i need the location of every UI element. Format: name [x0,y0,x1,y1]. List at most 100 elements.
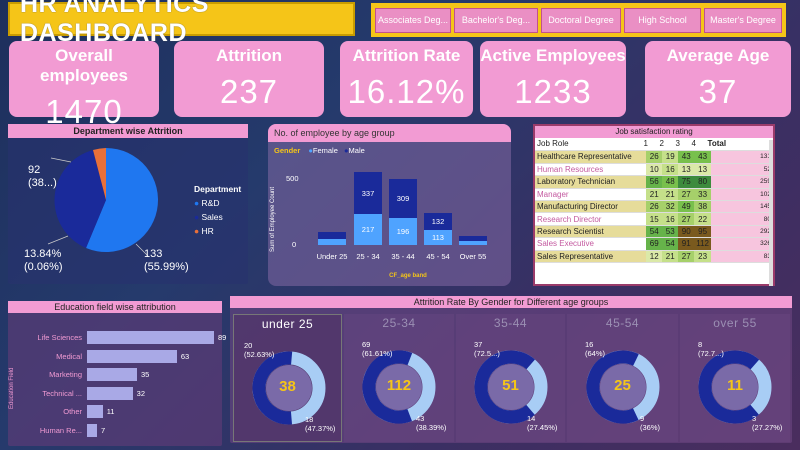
bar-over55-female[interactable] [459,241,487,245]
age-donut-card[interactable]: 35-44 51 37 (72.5...) 14 (27.45%) [456,314,565,442]
education-bar[interactable] [87,424,97,437]
legend-item-hr[interactable]: ● HR [194,224,241,238]
job-role-cell: Manufacturing Director [535,200,647,214]
age-donut-card[interactable]: over 55 11 8 (72.7...) 3 (27.27%) [680,314,790,442]
pie-label-sales: 92 (38...) [28,164,57,190]
slicer-associates[interactable]: Associates Deg... [375,7,451,33]
col-header[interactable]: 2 [657,138,674,151]
job-role-cell: Human Resources [535,163,647,177]
table-row[interactable]: Research Director 15 16 27 22 80 [535,212,773,226]
legend-item-sales[interactable]: ● Sales [194,210,241,224]
legend-label: R&D [201,198,220,208]
label-value: 9 [640,414,645,423]
table-scrollbar[interactable] [769,140,773,286]
col-header[interactable]: 3 [673,138,690,151]
slicer-bachelors[interactable]: Bachelor's Deg... [454,7,538,33]
bar-label: 132 [431,217,445,226]
label-pct: (72.5...) [474,349,500,358]
table-row[interactable]: Sales Representative 12 21 27 23 83 [535,250,773,263]
y-tick: 0 [292,240,297,249]
age-group-title: 45-54 [605,316,640,330]
rating-cell: 16 [662,163,679,177]
rating-cell: 33 [694,188,711,201]
table-row[interactable]: Research Scientist 54 53 90 95 292 [535,225,773,239]
col-header[interactable]: 1 [641,138,658,151]
rating-cell: 22 [694,212,711,226]
total-cell: 102 [711,188,773,201]
job-satisfaction-body: Healthcare Representative 26 19 43 43 131 Huma… [535,150,773,263]
donut-label-female: 3 (27.27%) [752,414,782,432]
rating-cell: 21 [662,250,679,263]
education-bar[interactable] [87,405,103,419]
table-row[interactable]: Human Resources 10 16 13 13 52 [535,163,773,177]
bar-category-label: Technical ... [42,388,82,398]
panel-title: Job satisfaction rating [535,126,773,138]
slicer-high-school[interactable]: High School [624,7,701,33]
rating-cell: 80 [694,175,711,189]
education-bar[interactable] [87,331,214,344]
label-pct: (36%) [640,423,661,432]
rating-cell: 10 [646,163,663,177]
table-row[interactable]: Healthcare Representative 26 19 43 43 131 [535,150,773,164]
donut-label-male: 20 (52.63%) [244,341,274,359]
age-donut-card[interactable]: 25-34 112 69 (61.61%) 43 (38.39%) [344,314,454,442]
legend-male[interactable]: Male [349,146,365,155]
dashboard-title: HR ANALYTICS DASHBOARD [8,0,355,47]
table-row[interactable]: Sales Executive 69 54 91 112 326 [535,237,773,251]
label-value: 37 [474,340,483,349]
age-group-title: over 55 [713,316,757,330]
table-row[interactable]: Manufacturing Director 26 32 49 38 145 [535,200,773,214]
education-bar[interactable] [87,349,177,363]
table-row[interactable]: Laboratory Technician 56 48 75 80 259 [535,175,773,189]
label-value: 18 [305,415,314,424]
rating-cell: 38 [694,200,711,214]
age-group-title: under 25 [261,317,314,331]
donut-center-value: 25 [614,377,631,394]
slicer-doctoral[interactable]: Doctoral Degree [541,7,621,33]
legend-female[interactable]: Female [313,146,338,155]
dept-legend: Department ● R&D ● Sales ● HR [194,182,241,238]
panel-title: No. of employee by age group [268,124,511,142]
bar-label: 196 [396,227,410,236]
education-bar[interactable] [87,368,137,382]
donut-label-female: 43 (38.39%) [416,414,446,432]
total-cell: 259 [711,175,773,189]
total-cell: 145 [711,200,773,214]
col-header[interactable]: 4 [689,138,706,151]
education-panel: Education field wise attribution Educati… [8,301,226,446]
job-role-cell: Research Director [535,212,647,226]
label-pct: (0.06%) [24,261,63,273]
rating-cell: 75 [678,175,695,189]
bar-under25-female[interactable] [318,239,346,245]
legend-item-rnd[interactable]: ● R&D [194,196,241,210]
rating-cell: 23 [694,250,711,263]
job-role-cell: Sales Executive [535,237,647,251]
label-value: 8 [698,340,703,349]
bar-category-label: Life Sciences [37,333,82,342]
panel-title: Education field wise attribution [8,301,222,313]
job-satisfaction-table: Job Role 1 2 3 4 Total [535,138,773,151]
donut-label-female: 18 (47.37%) [305,415,335,433]
col-header[interactable]: Job Role [535,138,642,151]
col-header[interactable]: Total [705,138,773,151]
bar-label: 337 [361,189,375,198]
bar-category-label: Human Re... [39,426,82,435]
bar-under25-male[interactable] [318,232,346,239]
donut-label-female: 14 (27.45%) [527,414,557,432]
rating-cell: 27 [678,188,695,201]
rating-cell: 43 [678,150,695,164]
table-row[interactable]: Manager 21 21 27 33 102 [535,188,773,201]
slicer-masters[interactable]: Master's Degree [704,7,782,33]
label-value: 3 [752,414,757,423]
education-slicer: Associates Deg... Bachelor's Deg... Doct… [371,3,786,37]
age-donut-card[interactable]: under 25 38 20 (52.63%) 18 (47.37%) [233,314,342,442]
age-donut-card[interactable]: 45-54 25 16 (64%) 9 (36%) [567,314,678,442]
panel-title: Department wise Attrition [8,124,248,138]
gender-legend: Gender ●Female ●Male [274,146,365,155]
rating-cell: 48 [662,175,679,189]
kpi-attrition: Attrition 237 [174,41,324,117]
x-tick: Under 25 [316,252,348,261]
education-bar[interactable] [87,386,133,400]
rating-cell: 32 [662,200,679,214]
kpi-label: Active Employees [480,46,626,65]
